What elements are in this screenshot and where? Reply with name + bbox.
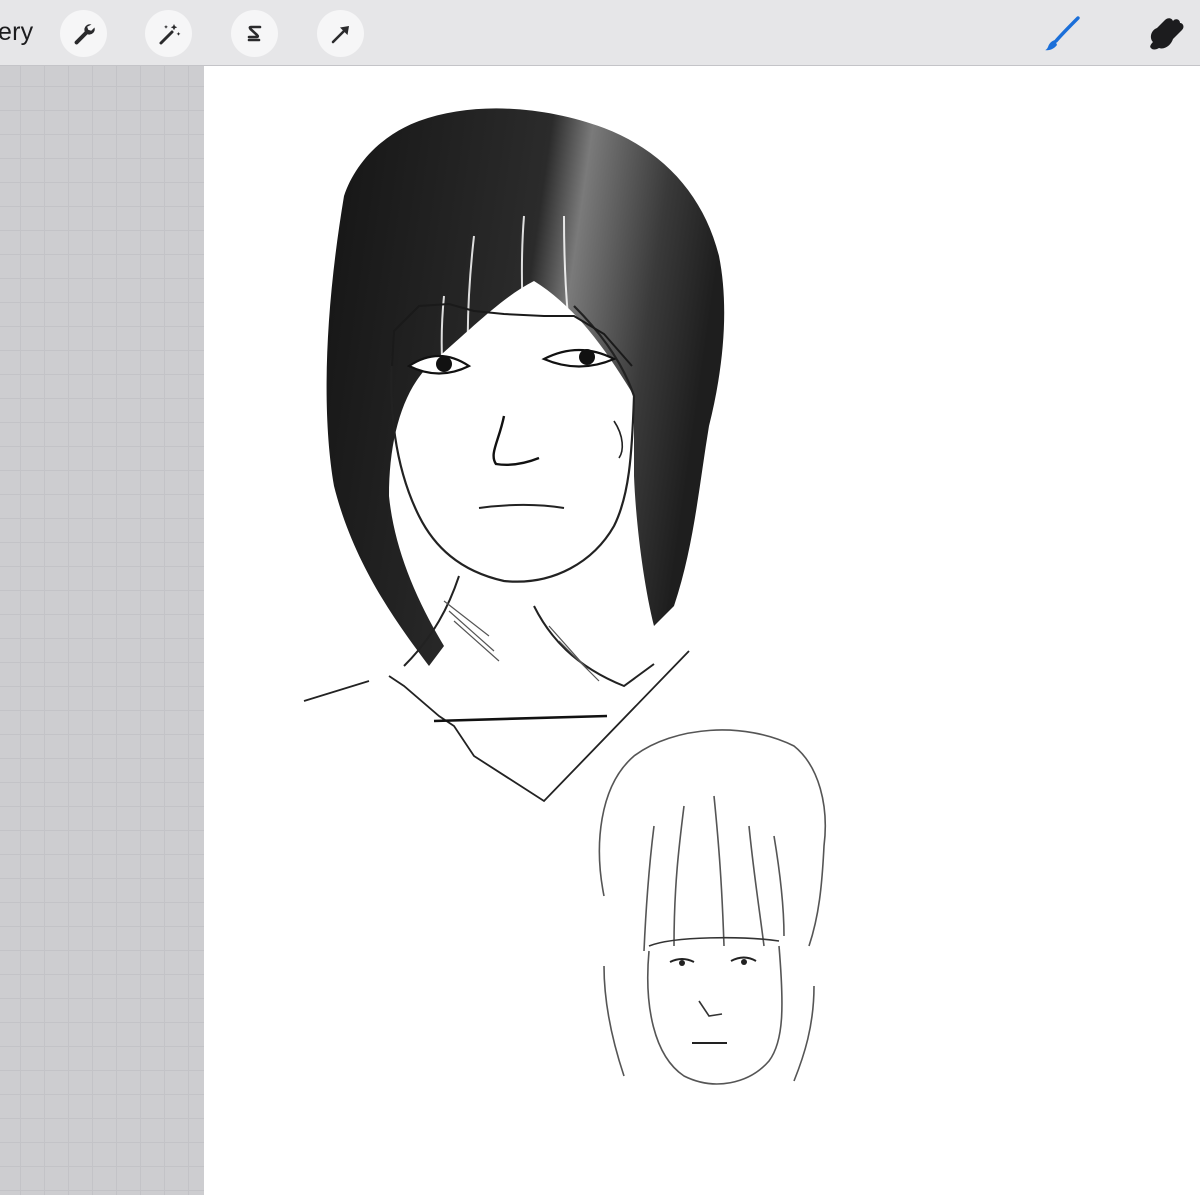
selection-button[interactable] — [231, 10, 278, 57]
canvas-background-grid — [0, 66, 204, 1195]
brush-button[interactable] — [1040, 12, 1084, 56]
top-toolbar: ery — [0, 0, 1200, 66]
gallery-button[interactable]: ery — [0, 18, 33, 47]
transform-button[interactable] — [317, 10, 364, 57]
brush-icon — [1045, 16, 1080, 51]
large-portrait-sketch — [303, 108, 725, 803]
smudge-icon — [1150, 18, 1184, 50]
adjustments-button[interactable] — [145, 10, 192, 57]
smudge-button[interactable] — [1143, 12, 1187, 56]
wrench-icon — [74, 23, 95, 44]
drawing-canvas[interactable] — [204, 66, 1200, 1195]
transform-arrow-icon — [331, 25, 349, 43]
actions-button[interactable] — [60, 10, 107, 57]
small-portrait-sketch — [598, 729, 827, 1085]
magic-wand-icon — [159, 23, 180, 44]
sketch-artwork — [303, 108, 827, 1085]
selection-s-icon — [247, 25, 261, 41]
